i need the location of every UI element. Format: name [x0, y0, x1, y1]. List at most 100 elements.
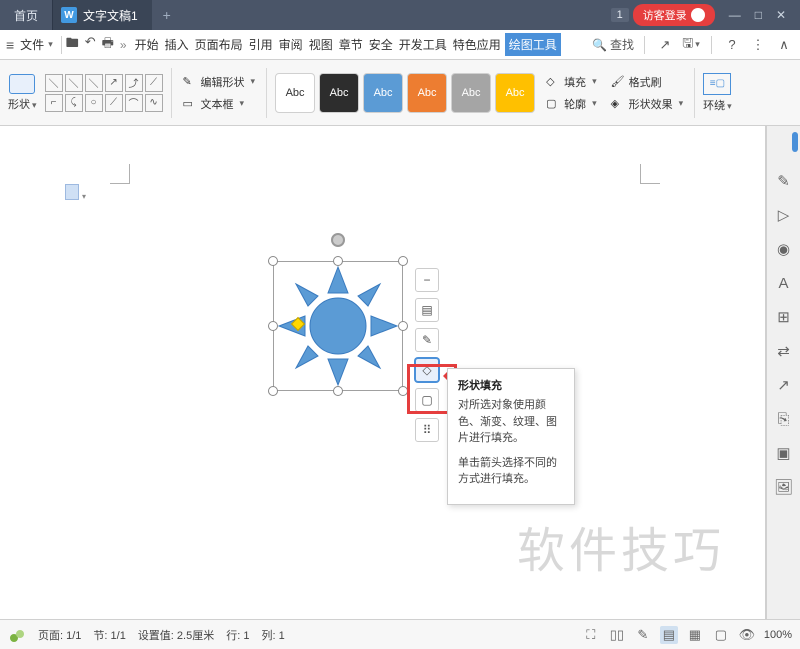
resize-handle-sw[interactable] [268, 386, 278, 396]
resize-handle-s[interactable] [333, 386, 343, 396]
line-icon[interactable]: ○ [85, 94, 103, 112]
resize-handle-ne[interactable] [398, 256, 408, 266]
style-black[interactable]: Abc [319, 73, 359, 113]
fill-button[interactable]: ◇填充 [543, 73, 600, 91]
login-button[interactable]: 访客登录 [633, 4, 715, 26]
zoom-level[interactable]: 100% [764, 629, 792, 641]
menu-devtools[interactable]: 开发工具 [397, 33, 449, 56]
help-icon[interactable]: ? [722, 37, 742, 52]
paragraph-icon[interactable] [65, 184, 79, 200]
sidebar-text-icon[interactable]: A [775, 274, 793, 292]
style-blue[interactable]: Abc [363, 73, 403, 113]
menu-special[interactable]: 特色应用 [451, 33, 503, 56]
resize-handle-nw[interactable] [268, 256, 278, 266]
line-icon[interactable]: ＼ [45, 74, 63, 92]
sidebar-share-icon[interactable]: ↗ [775, 376, 793, 394]
float-collapse-button[interactable]: − [415, 268, 439, 292]
lines-gallery[interactable]: ＼＼＼↗⤴⟋ ⌐⤹○⟋⌒∿ [45, 74, 163, 112]
line-icon[interactable]: ⟋ [145, 74, 163, 92]
save-cloud-icon[interactable]: 🖫 [681, 34, 701, 56]
style-orange[interactable]: Abc [407, 73, 447, 113]
view-eye-icon[interactable]: 👁 [738, 626, 756, 644]
outline-button[interactable]: ▢轮廓 [543, 95, 600, 113]
qat-save-icon[interactable]: 🖿 [66, 34, 79, 56]
line-icon[interactable]: ＼ [65, 74, 83, 92]
share-icon[interactable]: ↗ [655, 37, 675, 53]
style-yellow[interactable]: Abc [495, 73, 535, 113]
qat-more[interactable]: » [120, 38, 127, 52]
menu-review[interactable]: 审阅 [277, 33, 305, 56]
paragraph-dropdown-icon[interactable]: ▾ [82, 192, 86, 201]
view-print-icon[interactable]: ▤ [660, 626, 678, 644]
search-button[interactable]: 🔍 查找 [592, 36, 634, 53]
notification-badge[interactable]: 1 [611, 8, 629, 22]
view-fullscreen-icon[interactable]: ⛶ [582, 626, 600, 644]
status-section[interactable]: 节: 1/1 [93, 627, 125, 643]
edit-shape-button[interactable]: ✎编辑形状 [180, 73, 259, 91]
line-icon[interactable]: ＼ [85, 74, 103, 92]
hamburger-icon[interactable]: ≡ [6, 37, 14, 53]
format-painter-label: 格式刷 [629, 74, 662, 90]
status-col[interactable]: 列: 1 [261, 627, 284, 643]
resize-handle-e[interactable] [398, 321, 408, 331]
tab-home[interactable]: 首页 [0, 0, 53, 30]
line-icon[interactable]: ⌒ [125, 94, 143, 112]
collapse-ribbon-icon[interactable]: ∧ [774, 37, 794, 53]
line-icon[interactable]: ⌐ [45, 94, 63, 112]
sidebar-clipboard-icon[interactable]: ⎘ [775, 410, 793, 428]
separator [644, 36, 645, 54]
menu-view[interactable]: 视图 [307, 33, 335, 56]
resize-handle-n[interactable] [333, 256, 343, 266]
canvas[interactable]: ▾ [0, 126, 766, 619]
tab-document[interactable]: W 文字文稿1 [53, 0, 152, 30]
textbox-button[interactable]: ▭文本框 [180, 95, 259, 113]
file-menu[interactable]: 文件 [20, 36, 53, 53]
qat-print-icon[interactable]: 🖶 [102, 34, 114, 56]
format-painter-button[interactable]: 🖌格式刷 [608, 73, 687, 91]
style-gray[interactable]: Abc [451, 73, 491, 113]
shape-gallery-button[interactable]: 形状 [8, 74, 37, 112]
menu-reference[interactable]: 引用 [247, 33, 275, 56]
line-icon[interactable]: ⟋ [105, 94, 123, 112]
close-button[interactable]: ✕ [776, 8, 786, 22]
sidebar-select-icon[interactable]: ▷ [775, 206, 793, 224]
shape-effects-button[interactable]: ◈形状效果 [608, 95, 687, 113]
float-eyedropper-button[interactable]: ✎ [415, 328, 439, 352]
qat-undo-icon[interactable]: ↶ [85, 34, 96, 56]
line-icon[interactable]: ⤹ [65, 94, 83, 112]
status-setting[interactable]: 设置值: 2.5厘米 [138, 627, 214, 643]
tab-new-button[interactable]: + [152, 0, 182, 30]
float-layout-button[interactable]: ▤ [415, 298, 439, 322]
resize-handle-w[interactable] [268, 321, 278, 331]
sidebar-edit-icon[interactable]: ✎ [775, 172, 793, 190]
line-icon[interactable]: ⤴ [125, 74, 143, 92]
menu-pagelayout[interactable]: 页面布局 [193, 33, 245, 56]
menu-drawingtools[interactable]: 绘图工具 [505, 33, 561, 56]
view-web-icon[interactable]: ▢ [712, 626, 730, 644]
view-edit-icon[interactable]: ✎ [634, 626, 652, 644]
line-icon[interactable]: ↗ [105, 74, 123, 92]
view-outline-icon[interactable]: ▦ [686, 626, 704, 644]
menu-insert[interactable]: 插入 [163, 33, 191, 56]
sidebar-image-icon[interactable]: 🖼 [775, 478, 793, 496]
menu-security[interactable]: 安全 [367, 33, 395, 56]
menu-section[interactable]: 章节 [337, 33, 365, 56]
sidebar-layout-icon[interactable]: ▣ [775, 444, 793, 462]
maximize-button[interactable]: □ [755, 8, 762, 22]
shape-effects-label: 形状效果 [629, 96, 673, 112]
float-more-button[interactable]: ⠿ [415, 418, 439, 442]
style-white[interactable]: Abc [275, 73, 315, 113]
wrap-button[interactable]: ≡▢ 环绕 [703, 73, 732, 113]
view-reading-icon[interactable]: ▯▯ [608, 626, 626, 644]
menu-start[interactable]: 开始 [133, 33, 161, 56]
sidebar-shape-icon[interactable]: ◉ [775, 240, 793, 258]
more-icon[interactable]: ⋮ [748, 37, 768, 53]
sidebar-settings-icon[interactable]: ⇄ [775, 342, 793, 360]
rotate-handle[interactable] [331, 233, 345, 247]
sidebar-table-icon[interactable]: ⊞ [775, 308, 793, 326]
status-row[interactable]: 行: 1 [226, 627, 249, 643]
line-icon[interactable]: ∿ [145, 94, 163, 112]
shape-selection[interactable] [273, 261, 403, 391]
status-page[interactable]: 页面: 1/1 [38, 627, 81, 643]
minimize-button[interactable]: — [729, 8, 741, 22]
